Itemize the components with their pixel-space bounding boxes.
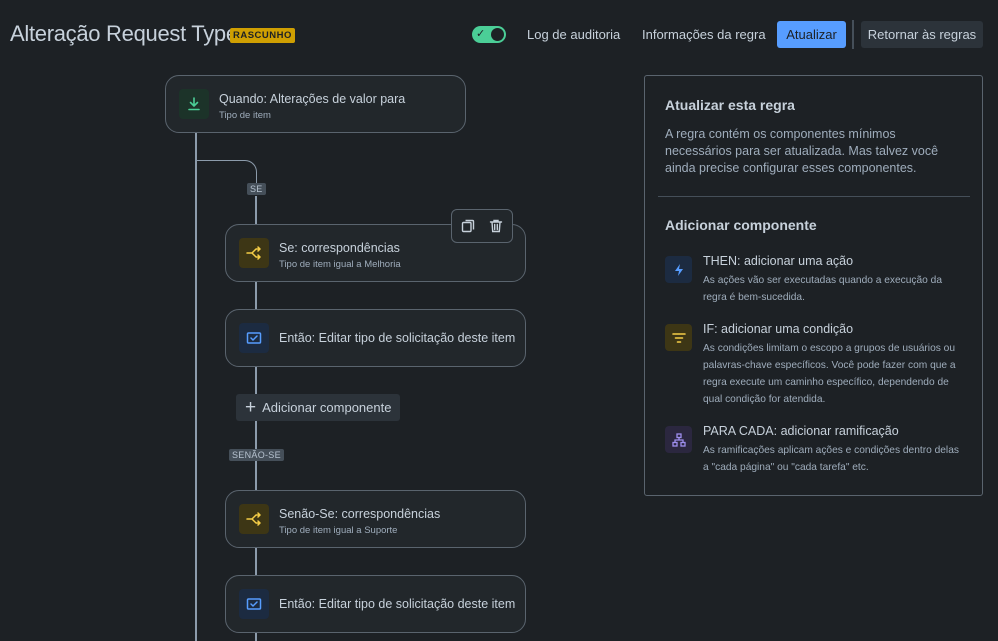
update-button[interactable]: Atualizar: [777, 21, 846, 48]
filter-icon: [665, 324, 692, 351]
branch-icon: [239, 504, 269, 534]
option-branch-desc: As ramificações aplicam ações e condiçõe…: [703, 445, 959, 473]
hierarchy-icon: [665, 426, 692, 453]
add-component-heading: Adicionar componente: [665, 217, 817, 233]
page-title: Alteração Request Type: [10, 21, 238, 46]
if-tag: SE: [247, 183, 266, 195]
trigger-card[interactable]: Quando: Alterações de valor para Tipo de…: [165, 75, 466, 133]
branch-icon: [239, 238, 269, 268]
update-rule-heading: Atualizar esta regra: [665, 97, 795, 113]
option-action-title: THEN: adicionar uma ação: [703, 254, 854, 268]
add-component-button[interactable]: + Adicionar componente: [236, 394, 400, 421]
if-card-subtitle: Tipo de item igual a Melhoria: [279, 259, 401, 270]
download-icon: [179, 89, 209, 119]
audit-log-button[interactable]: Log de auditoria: [527, 27, 620, 42]
lightning-icon: [665, 256, 692, 283]
main-flow-line: [195, 132, 197, 641]
elseif-condition-card[interactable]: Senão-Se: correspondências Tipo de item …: [225, 490, 526, 548]
check-icon: ✓: [476, 28, 486, 40]
trash-icon[interactable]: [488, 218, 504, 234]
option-action-desc: As ações vão ser executadas quando a exe…: [703, 275, 943, 303]
header-divider: [852, 20, 854, 49]
then-card-1-title: Então: Editar tipo de solicitação deste …: [279, 331, 516, 345]
option-add-branch[interactable]: PARA CADA: adicionar ramificação As rami…: [665, 424, 965, 474]
option-add-condition[interactable]: IF: adicionar uma condição As condições …: [665, 322, 965, 406]
add-component-label: Adicionar componente: [262, 400, 392, 415]
panel-divider: [658, 196, 970, 197]
elseif-tag: SENÃO-SE: [229, 449, 284, 461]
copy-icon[interactable]: [460, 218, 476, 234]
then-card-2-title: Então: Editar tipo de solicitação deste …: [279, 597, 516, 611]
rule-enabled-toggle[interactable]: ✓: [472, 26, 506, 43]
then-action-card-1[interactable]: Então: Editar tipo de solicitação deste …: [225, 309, 526, 367]
elseif-card-title: Senão-Se: correspondências: [279, 507, 441, 521]
return-to-rules-button[interactable]: Retornar às regras: [861, 21, 983, 48]
rule-details-panel: Atualizar esta regra A regra contém os c…: [644, 75, 983, 496]
edit-screen-icon: [239, 589, 269, 619]
elseif-card-subtitle: Tipo de item igual a Suporte: [279, 525, 398, 536]
option-branch-title: PARA CADA: adicionar ramificação: [703, 424, 899, 438]
then-action-card-2[interactable]: Então: Editar tipo de solicitação deste …: [225, 575, 526, 633]
option-condition-title: IF: adicionar uma condição: [703, 322, 854, 336]
branch-connector: [196, 160, 257, 184]
option-condition-desc: As condições limitam o escopo a grupos d…: [703, 343, 956, 405]
update-rule-description: A regra contém os componentes mínimos ne…: [665, 127, 939, 175]
if-card-title: Se: correspondências: [279, 241, 400, 255]
edit-screen-icon: [239, 323, 269, 353]
rule-info-button[interactable]: Informações da regra: [642, 27, 766, 42]
plus-icon: +: [245, 397, 257, 418]
card-actions-popover: [451, 209, 513, 243]
draft-status-badge: RASCUNHO: [230, 28, 295, 43]
option-add-action[interactable]: THEN: adicionar uma ação As ações vão se…: [665, 254, 965, 304]
trigger-title: Quando: Alterações de valor para: [219, 92, 406, 106]
toggle-knob: [491, 28, 504, 41]
trigger-subtitle: Tipo de item: [219, 110, 271, 121]
